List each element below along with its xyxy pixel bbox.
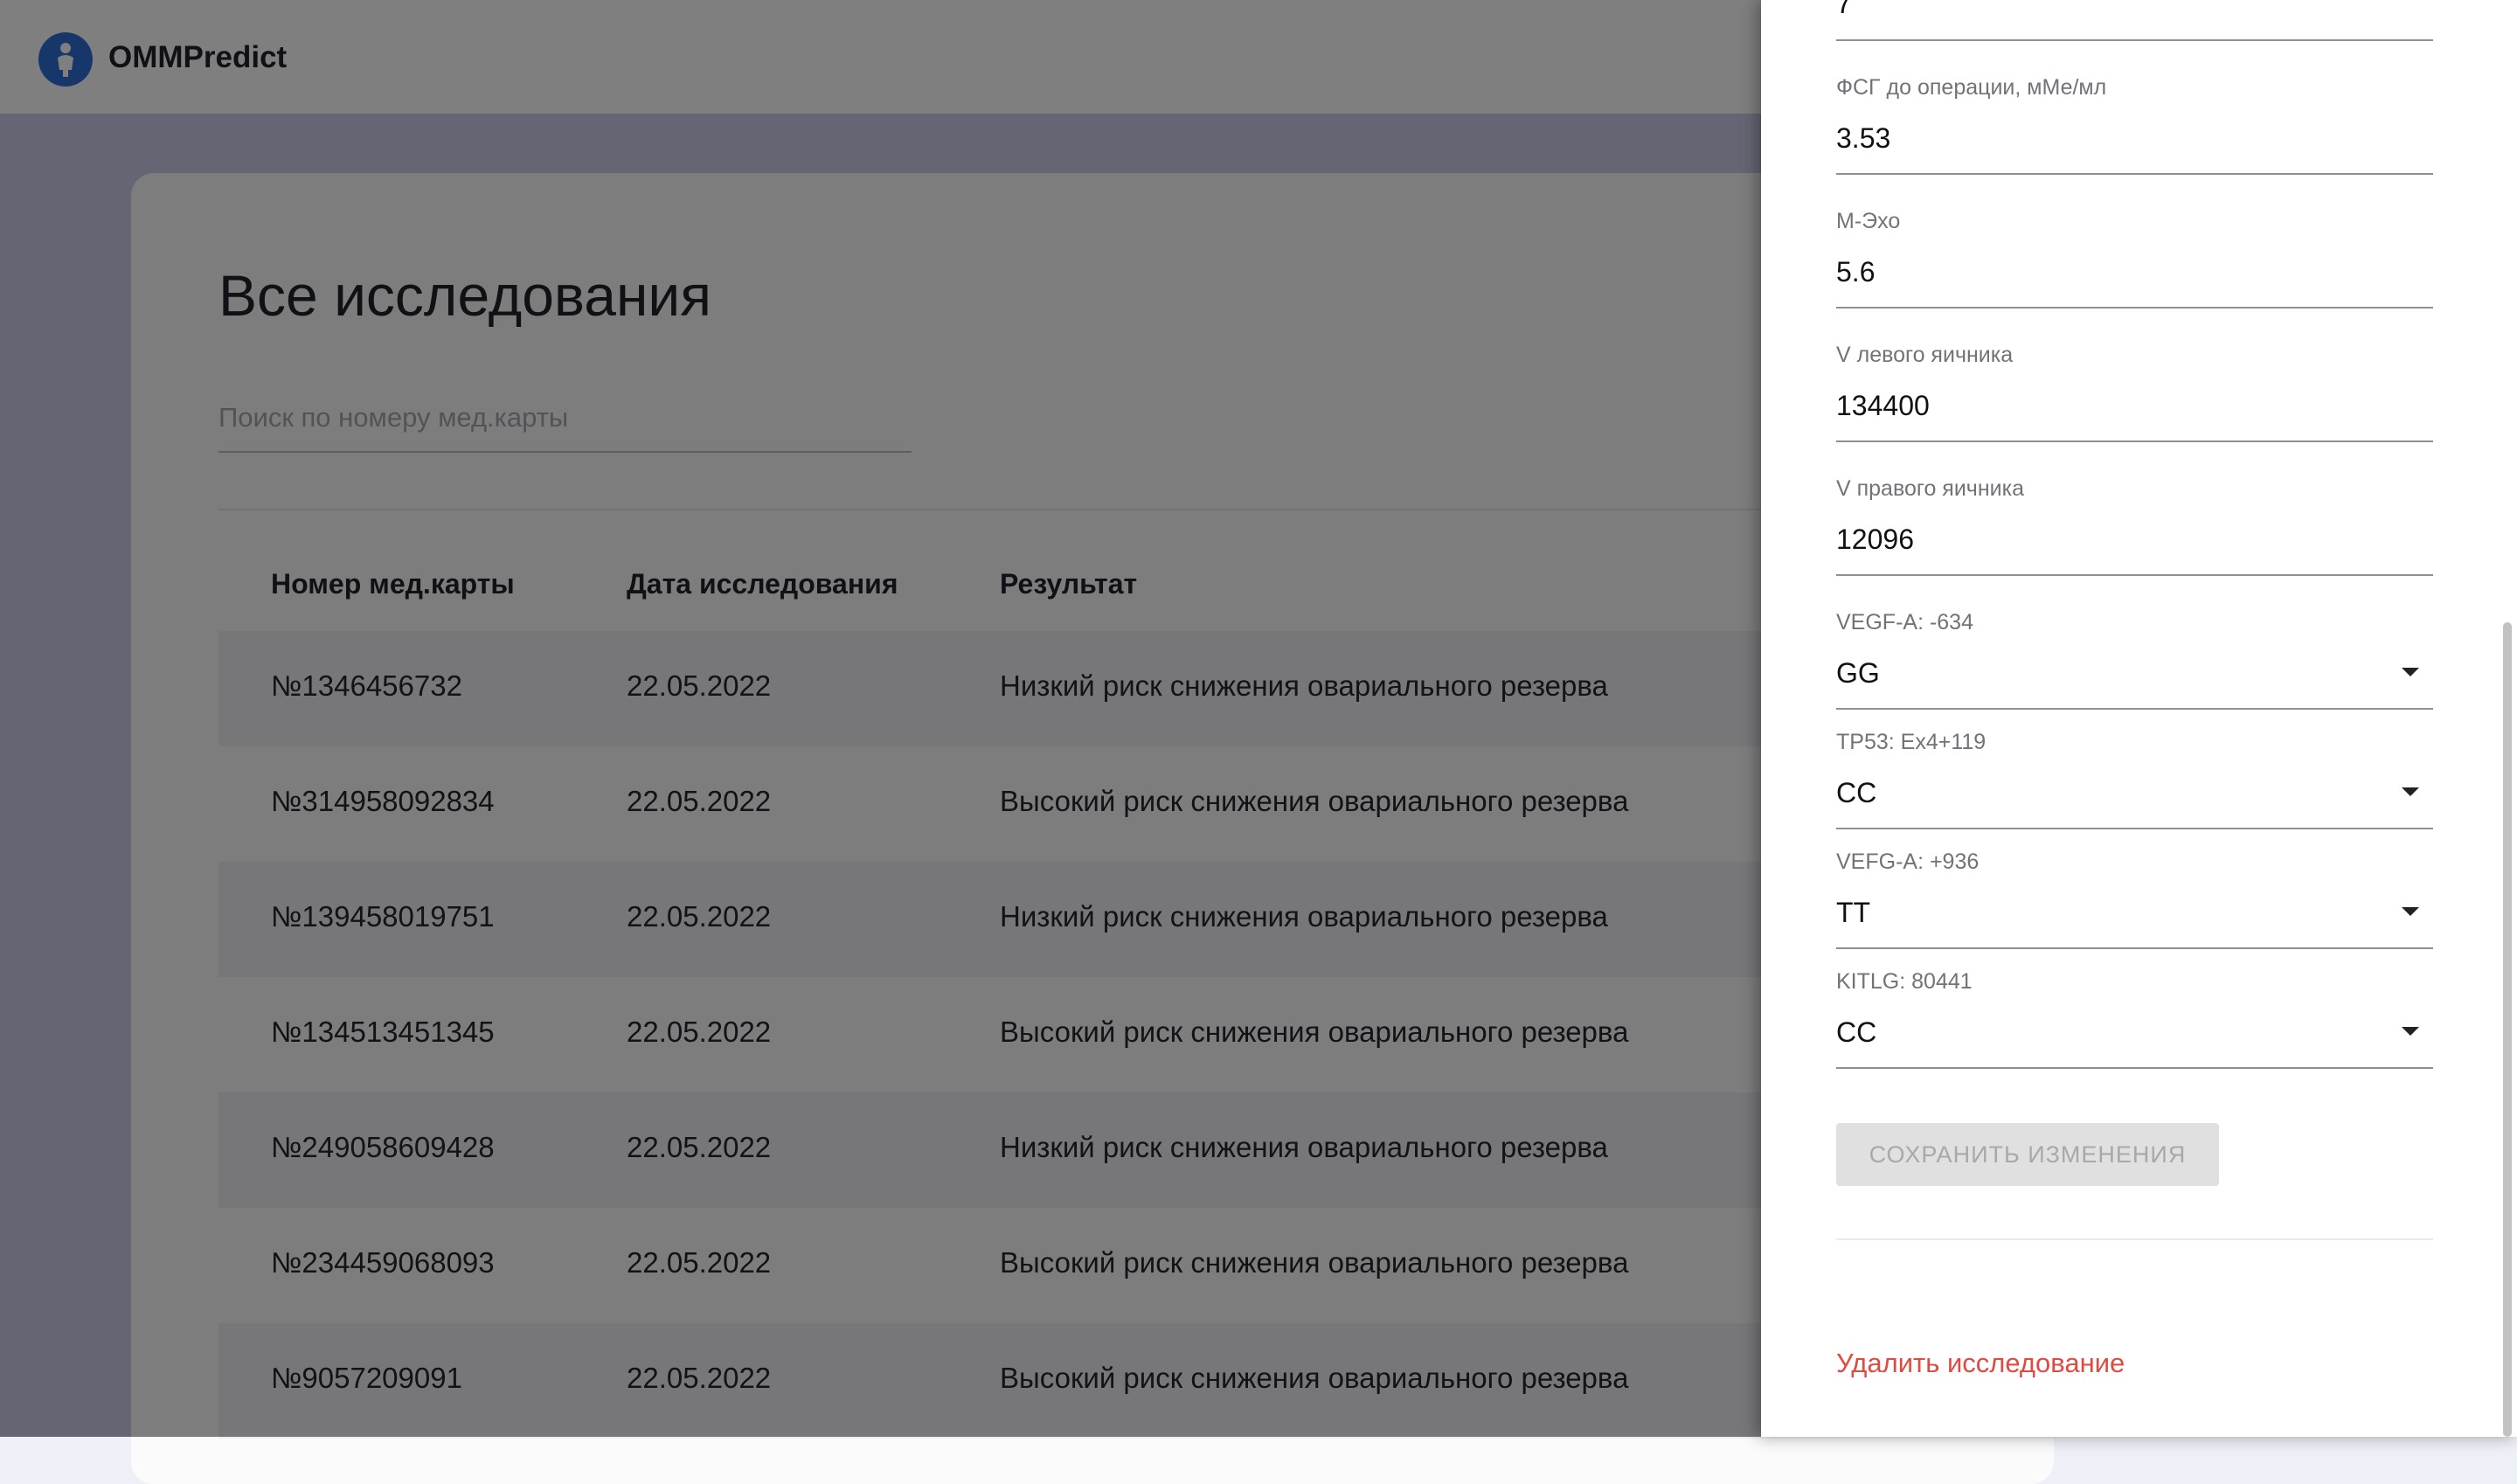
field-underline: [1836, 173, 2433, 175]
field-value[interactable]: 3.53: [1836, 122, 1890, 155]
field-underline: [1836, 307, 2433, 309]
select-label: KITLG: 80441: [1836, 969, 1973, 994]
select-underline: [1836, 1067, 2433, 1069]
field-underline: [1836, 574, 2433, 576]
select-underline: [1836, 828, 2433, 829]
select-value[interactable]: CC: [1836, 777, 1876, 809]
field-label: V левого яичника: [1836, 343, 2014, 367]
field-value[interactable]: 12096: [1836, 524, 1914, 556]
select-underline: [1836, 708, 2433, 710]
dropdown-arrow-icon[interactable]: [2402, 907, 2419, 916]
select-value[interactable]: TT: [1836, 897, 1870, 929]
dropdown-arrow-icon[interactable]: [2402, 668, 2419, 676]
dropdown-arrow-icon[interactable]: [2402, 1027, 2419, 1036]
divider: [1836, 1238, 2433, 1240]
field-label: V правого яичника: [1836, 476, 2024, 501]
field-value[interactable]: 134400: [1836, 390, 1930, 422]
partial-field-underline: [1836, 39, 2433, 41]
modal-backdrop[interactable]: [0, 0, 1761, 1437]
select-value[interactable]: CC: [1836, 1016, 1876, 1049]
field-label: М-Эхо: [1836, 209, 1901, 233]
select-underline: [1836, 947, 2433, 949]
dropdown-arrow-icon[interactable]: [2402, 787, 2419, 796]
delete-study-link[interactable]: Удалить исследование: [1836, 1348, 2125, 1379]
save-changes-button[interactable]: Сохранить изменения: [1836, 1123, 2219, 1186]
field-value[interactable]: 5.6: [1836, 256, 1875, 288]
select-label: VEGF-A: -634: [1836, 610, 1973, 635]
field-label: ФСГ до операции, мМе/мл: [1836, 75, 2107, 100]
field-underline: [1836, 440, 2433, 442]
drawer-scrollbar[interactable]: [2503, 622, 2512, 1437]
select-label: TP53: Ex4+119: [1836, 730, 1987, 754]
partial-field-value[interactable]: 7: [1836, 0, 1852, 20]
select-label: VEFG-A: +936: [1836, 849, 1980, 874]
select-value[interactable]: GG: [1836, 657, 1880, 690]
